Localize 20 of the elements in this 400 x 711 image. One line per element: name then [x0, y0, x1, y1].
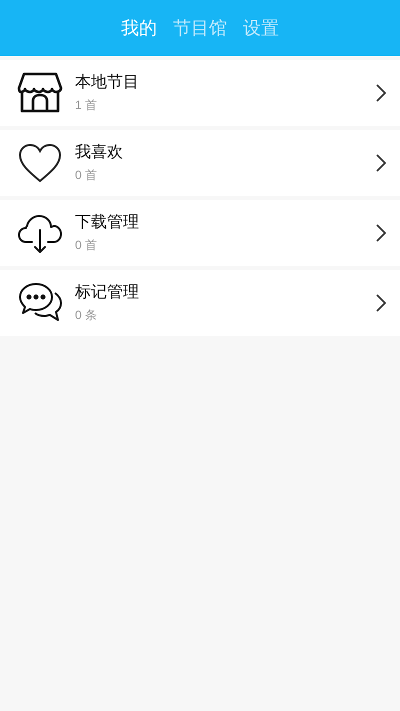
- item-title: 本地节目: [75, 72, 139, 93]
- store-icon: [17, 72, 63, 114]
- item-count: 1 首: [75, 97, 98, 114]
- item-title: 标记管理: [75, 283, 139, 303]
- menu-row[interactable]: 我喜欢 0 首: [0, 130, 400, 196]
- item-count: 0 条: [75, 307, 98, 324]
- menu-row[interactable]: 标记管理 0 条: [0, 270, 400, 336]
- item-title: 下载管理: [75, 212, 139, 233]
- heart-icon: [18, 143, 62, 183]
- item-title: 我喜欢: [75, 142, 123, 163]
- chevron-right-icon: [376, 294, 386, 312]
- menu-row[interactable]: 本地节目 1 首: [0, 60, 400, 126]
- chevron-right-icon: [376, 224, 386, 242]
- chat-bubbles-icon: [17, 282, 63, 324]
- cloud-download-icon: [17, 212, 63, 254]
- item-count: 0 首: [75, 237, 98, 254]
- menu-row[interactable]: 下载管理 0 首: [0, 200, 400, 266]
- chevron-right-icon: [376, 154, 386, 172]
- item-count: 0 首: [75, 167, 98, 184]
- chevron-right-icon: [376, 84, 386, 102]
